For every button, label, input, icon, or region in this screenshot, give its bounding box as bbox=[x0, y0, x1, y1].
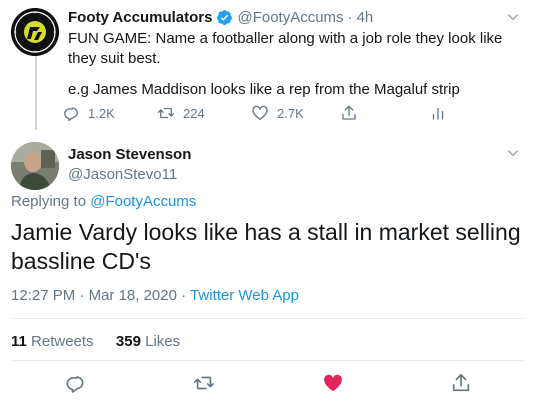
avatar[interactable] bbox=[11, 8, 59, 56]
analytics-button[interactable] bbox=[429, 104, 455, 122]
footy-accumulators-logo-icon bbox=[11, 8, 59, 56]
share-icon bbox=[342, 105, 356, 120]
divider bbox=[11, 318, 525, 319]
divider bbox=[11, 360, 525, 361]
tweet-text-example: e.g James Maddison looks like a rep from… bbox=[68, 81, 460, 98]
like-icon bbox=[252, 105, 268, 121]
share-icon[interactable] bbox=[450, 372, 472, 394]
retweet-count: 224 bbox=[183, 105, 205, 121]
retweets-stat[interactable]: 11 Retweets bbox=[11, 333, 94, 350]
separator: · bbox=[79, 287, 85, 304]
separator: · bbox=[347, 9, 353, 26]
profile-photo-icon bbox=[11, 142, 59, 190]
handle[interactable]: @JasonStevo11 bbox=[68, 166, 177, 183]
reply-button[interactable]: 1.2K bbox=[62, 104, 115, 122]
verified-icon bbox=[217, 10, 233, 25]
tweet-actions: 1.2K 224 2.7K bbox=[62, 104, 462, 126]
tweet-source-link[interactable]: Twitter Web App bbox=[190, 287, 299, 304]
display-name[interactable]: Jason Stevenson bbox=[68, 146, 191, 163]
tweet-meta: 12:27 PM · Mar 18, 2020 · Twitter Web Ap… bbox=[11, 287, 299, 304]
replying-prefix: Replying to bbox=[11, 193, 87, 210]
tweet-stats: 11 Retweets 359 Likes bbox=[11, 333, 180, 350]
separator: · bbox=[181, 287, 187, 304]
thread-line bbox=[35, 53, 37, 130]
reply-icon[interactable] bbox=[64, 372, 86, 394]
share-button[interactable] bbox=[340, 104, 366, 122]
timestamp[interactable]: 4h bbox=[357, 9, 374, 26]
tweet-header: Footy Accumulators @FootyAccums · 4h bbox=[68, 9, 373, 26]
tweet-date[interactable]: Mar 18, 2020 bbox=[89, 287, 177, 304]
tweet-time[interactable]: 12:27 PM bbox=[11, 287, 75, 304]
reply-icon bbox=[64, 107, 78, 122]
handle[interactable]: @FootyAccums bbox=[237, 9, 343, 26]
like-count: 359 bbox=[115, 333, 141, 350]
like-label: Likes bbox=[145, 333, 181, 350]
display-name[interactable]: Footy Accumulators bbox=[68, 9, 212, 26]
replying-to: Replying to @FootyAccums bbox=[11, 193, 196, 210]
like-count: 2.7K bbox=[277, 105, 304, 121]
reply-count: 1.2K bbox=[88, 105, 115, 121]
tweet-actions bbox=[0, 372, 536, 396]
retweet-label: Retweets bbox=[31, 333, 94, 350]
retweet-button[interactable]: 224 bbox=[157, 104, 205, 122]
chevron-down-icon[interactable] bbox=[506, 146, 520, 160]
likes-stat[interactable]: 359 Likes bbox=[116, 333, 180, 350]
retweet-count: 11 bbox=[11, 333, 27, 350]
replying-to-link[interactable]: @FootyAccums bbox=[90, 193, 196, 210]
retweet-icon[interactable] bbox=[193, 372, 215, 394]
tweet-text: Jamie Vardy looks like has a stall in ma… bbox=[11, 219, 521, 274]
like-icon[interactable] bbox=[322, 372, 344, 394]
tweet-text: FUN GAME: Name a footballer along with a… bbox=[68, 30, 503, 67]
avatar[interactable] bbox=[11, 142, 59, 190]
analytics-icon bbox=[432, 107, 444, 120]
like-button[interactable]: 2.7K bbox=[251, 104, 304, 122]
chevron-down-icon[interactable] bbox=[506, 10, 520, 24]
retweet-icon bbox=[157, 107, 175, 119]
parent-tweet[interactable]: Footy Accumulators @FootyAccums · 4h FUN… bbox=[0, 0, 536, 130]
